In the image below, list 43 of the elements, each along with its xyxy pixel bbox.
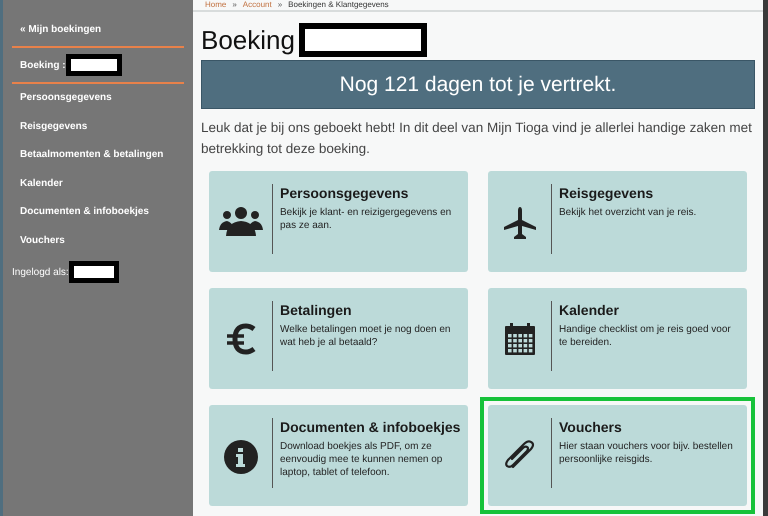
info-icon [224,440,258,474]
redaction-block [68,261,119,283]
redaction-block [66,54,122,76]
breadcrumb-link[interactable]: Account [242,0,272,10]
sidebar-item[interactable]: Vouchers [12,226,184,255]
card-description: Bekijk je klant- en reizigergegevens en pas ze aan. [280,206,452,232]
intro-text: Leuk dat je bij ons geboekt hebt! In dit deel van Mijn Tioga vind je allerlei handige zaken met betrekking tot deze boeking. [201,119,753,158]
sidebar-item[interactable]: Persoonsgegevens [12,84,184,112]
card-description: Welke betalingen moet je nog doen en wat heb je al betaald? [280,323,452,349]
breadcrumb-separator: » [232,0,237,10]
card-title: Vouchers [559,418,623,436]
countdown-banner: Nog 121 dagen tot je vertrekt. [201,60,755,109]
card-title: Reisgegevens [559,184,654,202]
booking-label: Boeking : [20,58,66,72]
breadcrumb-separator: » [278,0,282,10]
back-link[interactable]: « Mijn boekingen [12,22,184,48]
euro-icon [226,323,256,355]
card-description: Hier staan vouchers voor bijv. bestellen persoonlijke reisgids. [559,440,734,466]
sidebar-item[interactable]: Reisgegevens [12,112,184,141]
card-title: Betalingen [280,301,353,319]
info-card[interactable]: Kalender Handige checklist om je reis goed voor te bereiden. [488,288,747,389]
breadcrumb-current: Boekingen & Klantgegevens [288,0,389,10]
airplane-icon [502,206,536,240]
card-description: Bekijk het overzicht van je reis. [559,206,698,219]
card-title: Persoonsgegevens [280,184,410,202]
paperclip-icon [502,440,536,470]
info-card[interactable]: Persoonsgegevens Bekijk je klant- en reizigergegevens en pas ze aan. [209,171,468,272]
info-card[interactable]: Betalingen Welke betalingen moet je nog doen en wat heb je al betaald? [209,288,468,389]
card-title: Documenten & infoboekjes [280,418,462,436]
card-title: Kalender [559,301,620,319]
info-card[interactable]: Documenten & infoboekjes Download boekjes als PDF, om ze eenvoudig mee te kunnen nemen op laptop, tablet of telefoon. [209,405,468,506]
info-card[interactable]: Reisgegevens Bekijk het overzicht van je reis. [488,171,747,272]
calendar-icon [504,323,536,355]
page-heading: Boeking [201,27,295,53]
card-description: Handige checklist om je reis goed voor te bereiden. [559,323,732,349]
sidebar-item[interactable]: Documenten & infoboekjes [12,198,184,226]
logged-in-label: Ingelogd als: [12,266,69,280]
people-icon [218,206,264,236]
card-description: Download boekjes als PDF, om ze eenvoudig mee te kunnen nemen op laptop, tablet of telefoon. [280,440,444,479]
breadcrumb-link[interactable]: Home [205,0,226,10]
sidebar-item[interactable]: Kalender [12,170,184,198]
info-card[interactable]: Vouchers Hier staan vouchers voor bijv. bestellen persoonlijke reisgids. [488,405,747,506]
sidebar-item[interactable]: Betaalmomenten & betalingen [12,141,184,170]
